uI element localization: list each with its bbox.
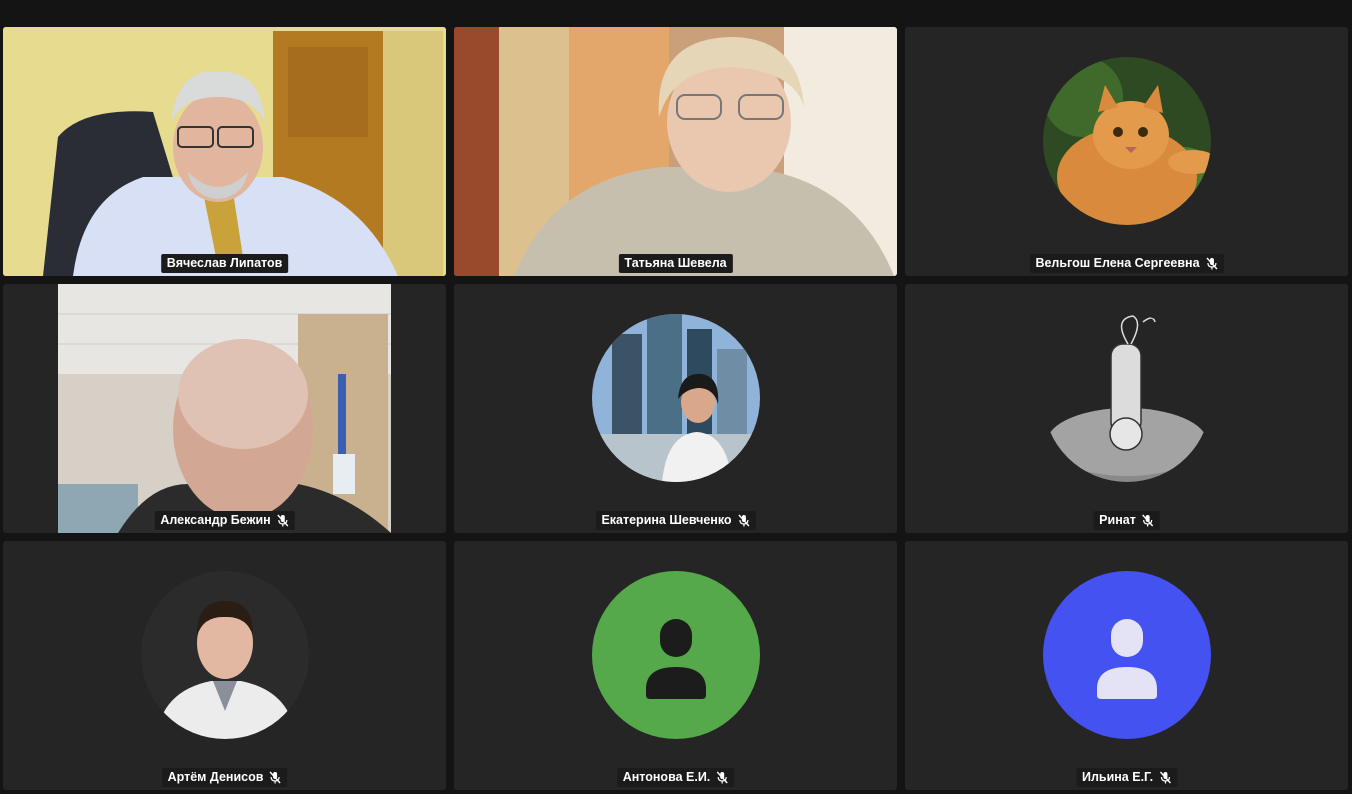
participant-name: Антонова Е.И. [622, 770, 711, 784]
participant-name-tag: Екатерина Шевченко [595, 511, 756, 530]
participant-name-tag: Татьяна Шевела [618, 254, 733, 273]
city-photo-avatar [592, 314, 760, 482]
participant-name: Вельгош Елена Сергеевна [1035, 256, 1200, 270]
participant-video [3, 27, 446, 276]
participant-name: Вячеслав Липатов [166, 256, 283, 270]
participant-name-tag: Антонова Е.И. [616, 768, 735, 787]
participant-name: Екатерина Шевченко [601, 513, 732, 527]
person-silhouette-icon [1043, 571, 1211, 739]
participant-name-tag: Александр Бежин [154, 511, 295, 530]
person-silhouette-icon [592, 571, 760, 739]
participant-video [454, 27, 897, 276]
participant-name: Ильина Е.Г. [1081, 770, 1154, 784]
participant-name: Ринат [1099, 513, 1136, 527]
participant-tile-3[interactable]: Вельгош Елена Сергеевна [905, 27, 1348, 276]
microphone-off-icon [716, 771, 728, 784]
participant-tile-9[interactable]: Ильина Е.Г. [905, 541, 1348, 790]
microphone-off-icon [269, 771, 281, 784]
participant-tile-1[interactable]: Вячеслав Липатов [3, 27, 446, 276]
participant-tile-6[interactable]: Ринат [905, 284, 1348, 533]
participant-name-tag: Артём Денисов [161, 768, 288, 787]
portrait-photo-avatar [141, 571, 309, 739]
participant-name-tag: Ринат [1093, 511, 1160, 530]
participant-tile-8[interactable]: Антонова Е.И. [454, 541, 897, 790]
participant-name: Александр Бежин [160, 513, 271, 527]
participant-tile-2[interactable]: Татьяна Шевела [454, 27, 897, 276]
microphone-off-icon [1142, 514, 1154, 527]
microphone-off-icon [738, 514, 750, 527]
participant-name: Татьяна Шевела [624, 256, 727, 270]
participant-video [58, 284, 391, 533]
astronaut-drawing-avatar [1043, 314, 1211, 482]
microphone-off-icon [277, 514, 289, 527]
cat-photo-avatar [1043, 57, 1211, 225]
microphone-off-icon [1206, 257, 1218, 270]
participant-name-tag: Вельгош Елена Сергеевна [1029, 254, 1224, 273]
participant-name: Артём Денисов [167, 770, 264, 784]
microphone-off-icon [1159, 771, 1171, 784]
participant-tile-4[interactable]: Александр Бежин [3, 284, 446, 533]
participant-name-tag: Вячеслав Липатов [160, 254, 289, 273]
participant-name-tag: Ильина Е.Г. [1075, 768, 1178, 787]
participant-tile-5[interactable]: Екатерина Шевченко [454, 284, 897, 533]
participant-tile-7[interactable]: Артём Денисов [3, 541, 446, 790]
